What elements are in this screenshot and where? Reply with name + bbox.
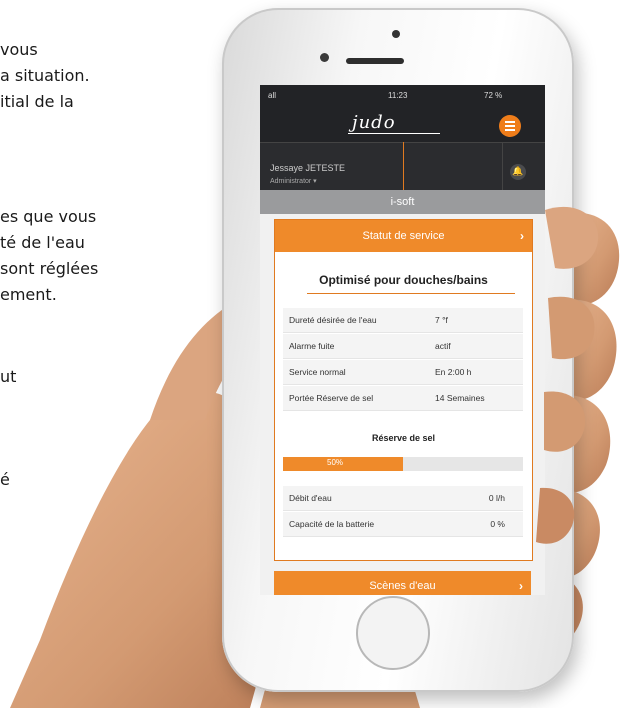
battery-indicator: 72 % [484, 91, 503, 100]
hamburger-icon[interactable] [499, 115, 521, 137]
info-label: Service normal [289, 367, 346, 377]
chevron-right-icon: › [520, 229, 524, 243]
info-label: Dureté désirée de l'eau [289, 315, 377, 325]
salt-reserve-label: 50% [327, 458, 344, 467]
speaker-grille [346, 58, 404, 64]
service-status-label: Statut de service [362, 230, 445, 242]
chevron-right-icon: › [519, 579, 523, 593]
info-value: 14 Semaines [435, 393, 485, 403]
info-row-leak-alarm: Alarme fuite actif [283, 334, 523, 359]
app-screen: all 11:23 72 % judo Jessaye JETESTE Admi… [260, 85, 545, 595]
salt-reserve-title: Réserve de sel [371, 433, 436, 443]
info-row-hardness: Dureté désirée de l'eau 7 °f [283, 308, 523, 333]
home-button[interactable] [356, 596, 430, 670]
user-divider [403, 142, 404, 190]
phone-device: all 11:23 72 % judo Jessaye JETESTE Admi… [222, 8, 574, 692]
logo-underline [348, 133, 440, 134]
salt-reserve-fill: 50% [283, 457, 403, 471]
page-title: i-soft [260, 190, 545, 214]
service-status-button[interactable]: Statut de service › [275, 220, 532, 252]
flow-row-battery: Capacité de la batterie 0 % [283, 512, 523, 537]
info-value: En 2:00 h [435, 367, 472, 377]
flow-label: Capacité de la batterie [289, 519, 375, 529]
water-scenes-label: Scènes d'eau [369, 580, 436, 592]
flow-value: 0 % [490, 519, 505, 529]
clock: 11:23 [388, 91, 408, 100]
mode-title: Optimisé pour douches/bains [319, 273, 488, 287]
bell-divider [502, 142, 503, 190]
signal-indicator: all [268, 91, 277, 100]
bell-icon[interactable]: 🔔 [510, 164, 526, 180]
info-row-service: Service normal En 2:00 h [283, 360, 523, 385]
salt-reserve-bar: 50% [283, 457, 523, 471]
judo-logo: judo [352, 112, 396, 133]
user-role-dropdown[interactable]: Administrator ▾ [270, 177, 317, 185]
user-name[interactable]: Jessaye JETESTE [270, 163, 345, 173]
camera-icon [392, 30, 400, 38]
flow-value: 0 l/h [488, 493, 505, 503]
info-value: 7 °f [435, 315, 448, 325]
info-label: Portée Réserve de sel [289, 393, 374, 403]
front-sensor-icon [320, 53, 329, 62]
flow-row-water: Débit d'eau 0 l/h [283, 486, 523, 511]
mode-underline [307, 293, 515, 294]
water-scenes-button[interactable]: Scènes d'eau › [274, 571, 531, 595]
flow-label: Débit d'eau [289, 493, 332, 503]
status-card: Statut de service › Optimisé pour douche… [274, 219, 533, 561]
info-value: actif [435, 341, 451, 351]
info-label: Alarme fuite [289, 341, 335, 351]
info-row-salt-range: Portée Réserve de sel 14 Semaines [283, 386, 523, 411]
